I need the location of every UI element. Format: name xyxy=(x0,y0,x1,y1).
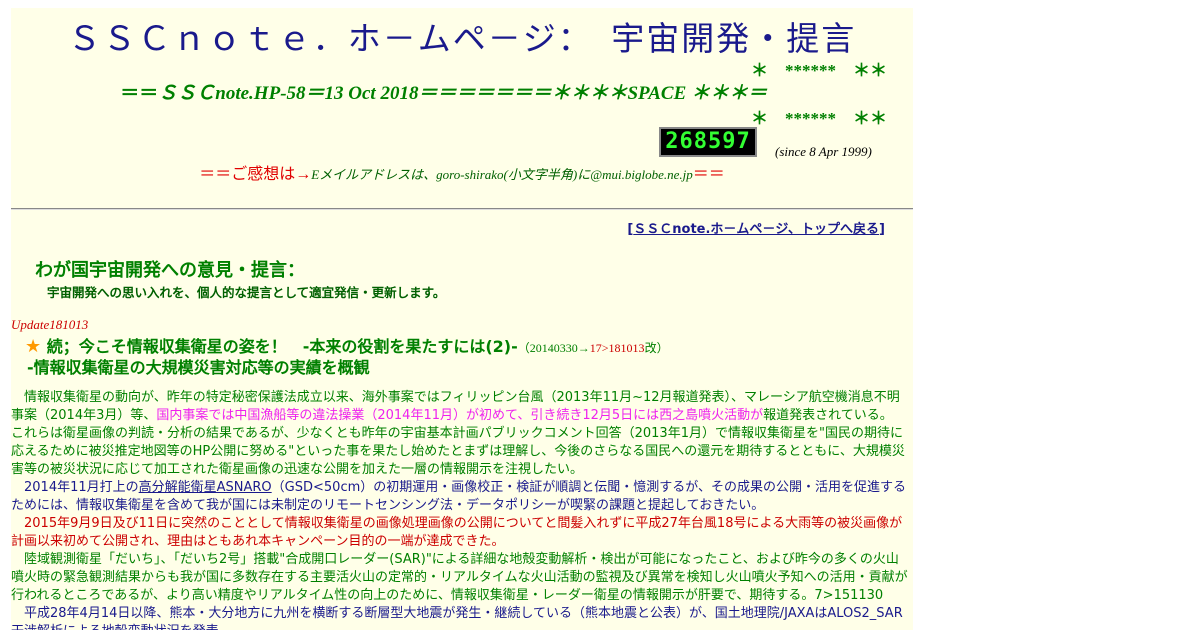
paragraph-2: 2014年11月打上の高分解能衛星ASNARO（GSD<50cm）の初期運用・画… xyxy=(11,479,909,515)
page-content: ＳＳＣｎｏｔｅ．ホ－ムペ－ジ： 宇宙開発・提言 ＊ ****** ＊＊ ＝＝ＳＳ… xyxy=(11,8,913,630)
hp-version-line: ＝＝ＳＳＣnote.HP-58＝13 Oct 2018＝＝＝＝＝＝＝＊＊＊＊SP… xyxy=(11,78,913,105)
bracket-close: ] xyxy=(879,222,885,237)
feedback-suffix: ＝＝ xyxy=(692,166,725,183)
note-open: （20140330→ xyxy=(517,341,590,355)
paragraph-3: 2015年9月9日及び11日に突然のこととして情報収集衛星の画像処理画像の公開に… xyxy=(11,515,909,551)
paragraph-highlight: 国内事案では中国漁船等の違法操業（2014年11月）が初めて、引き続き12月5日… xyxy=(156,408,764,423)
stars-decoration-bottom: ＊ ****** ＊＊ xyxy=(751,109,887,128)
feedback-email[interactable]: Eメイルアドレスは、goro-shirako(小文字半角)に@mui.biglo… xyxy=(311,167,693,182)
update-label: Update181013 xyxy=(11,317,89,332)
section-heading: わが国宇宙開発への意見・提言： xyxy=(35,260,305,281)
paragraph-4: 陸域観測衛星「だいち」、「だいち2号」搭載"合成開口レーダー(SAR)"による詳… xyxy=(11,551,909,605)
asnaro-link[interactable]: 高分解能衛星ASNARO xyxy=(139,480,272,495)
paragraph-1: 情報収集衛星の動向が、昨年の特定秘密保護法成立以来、海外事案ではフィリッピン台風… xyxy=(11,389,909,479)
paragraph-text: 陸域観測衛星「だいち」、「だいち2号」搭載"合成開口レーダー(SAR)"による詳… xyxy=(11,552,908,603)
top-nav: [ＳＳＣnote.ホ－ムペ－ジ、トップへ戻る] xyxy=(627,218,885,237)
hp-prefix: ＝＝ xyxy=(120,83,159,104)
feedback-line: ＝＝ご感想は→Eメイルアドレスは、goro-shirako(小文字半角)に@mu… xyxy=(11,160,913,184)
note-version: 17>181013 xyxy=(589,341,645,355)
paragraph-text: 2014年11月打上の xyxy=(24,480,139,495)
article-body: 情報収集衛星の動向が、昨年の特定秘密保護法成立以来、海外事案ではフィリッピン台風… xyxy=(11,389,909,630)
paragraph-5: 平成28年4月14日以降、熊本・大分地方に九州を横断する断層型大地震が発生・継続… xyxy=(11,605,909,630)
back-to-top-link[interactable]: ＳＳＣnote.ホ－ムペ－ジ、トップへ戻る xyxy=(633,222,879,237)
article-subtitle: -情報収集衛星の大規模災害対応等の実績を概観 xyxy=(27,358,370,377)
page-title: ＳＳＣｎｏｔｅ．ホ－ムペ－ジ： 宇宙開発・提言 xyxy=(67,19,857,58)
paragraph-text: 平成28年4月14日以降、熊本・大分地方に九州を横断する断層型大地震が発生・継続… xyxy=(11,606,903,630)
feedback-label: ＝＝ご感想は→ xyxy=(199,166,312,183)
hp-name: ＳＳＣnote.HP-58 xyxy=(158,83,306,104)
paragraph-text: 2015年9月9日及び11日に突然のこととして情報収集衛星の画像処理画像の公開に… xyxy=(11,516,903,549)
visitor-counter: 268597 xyxy=(659,127,757,157)
horizontal-divider xyxy=(11,208,913,210)
section-subheading: 宇宙開発への思い入れを、個人的な提言として適宜発信・更新します。 xyxy=(47,285,446,300)
note-close: 改） xyxy=(644,341,669,355)
hp-date: ＝13 Oct 2018＝＝＝＝＝＝＝＊＊＊＊SPACE ＊＊＊＝ xyxy=(305,83,767,104)
counter-since-date: (since 8 Apr 1999) xyxy=(775,144,872,159)
article-note: （20140330→17>181013改） xyxy=(518,341,669,355)
